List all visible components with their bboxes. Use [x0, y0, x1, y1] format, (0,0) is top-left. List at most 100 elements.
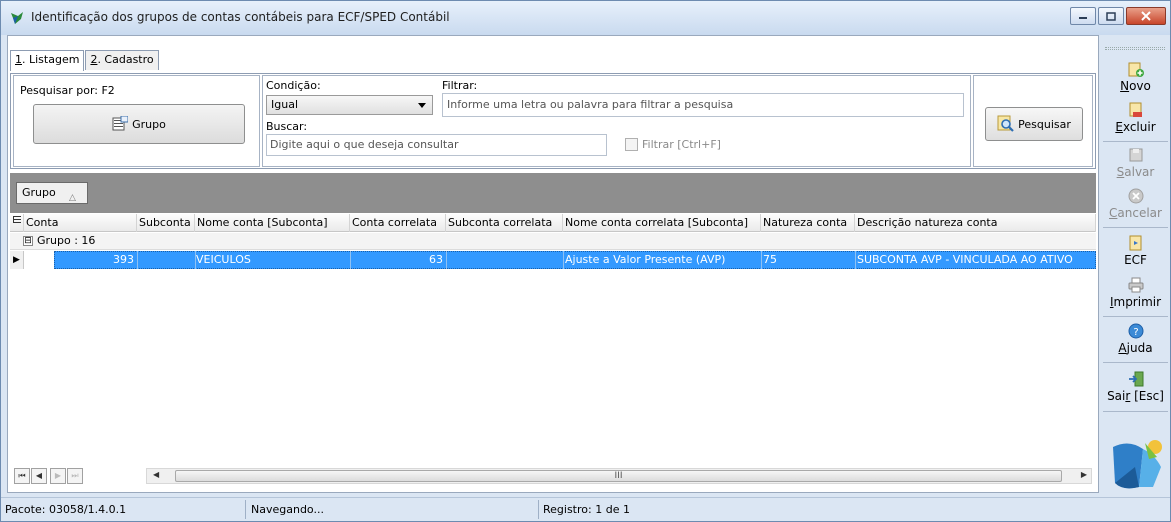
grid-header: Conta Subconta Nome conta [Subconta] Con…: [10, 214, 1096, 232]
export-document-icon: [1129, 235, 1141, 251]
printer-icon: [1128, 277, 1143, 293]
delete-button-label: Excluir: [1115, 120, 1156, 134]
column-header-subconta[interactable]: Subconta: [137, 214, 195, 232]
column-header-conta[interactable]: Conta: [24, 214, 137, 232]
search-button-box: Pesquisar: [973, 75, 1093, 167]
svg-text:?: ?: [1133, 327, 1138, 338]
group-search-button[interactable]: Grupo: [33, 104, 245, 144]
cell-divider: [446, 251, 447, 269]
search-label: Buscar:: [266, 120, 308, 133]
cell-conta[interactable]: 393: [54, 251, 137, 269]
content-panel: 1. Listagem 2. Cadastro Pesquisar por: F…: [7, 35, 1099, 493]
filter-checkbox[interactable]: [625, 138, 638, 151]
filter-label: Filtrar:: [442, 79, 478, 92]
maximize-button[interactable]: [1098, 7, 1124, 25]
cell-divider: [855, 251, 856, 269]
tab-listagem[interactable]: 1. Listagem: [10, 50, 85, 71]
new-document-icon: [1128, 62, 1144, 77]
minimize-icon: [1079, 17, 1087, 19]
ecf-button-label: ECF: [1124, 253, 1147, 267]
column-header-conta-correlata[interactable]: Conta correlata: [350, 214, 446, 232]
filter-input[interactable]: Informe uma letra ou palavra para filtra…: [442, 93, 964, 117]
search-by-label: Pesquisar por: F2: [20, 84, 115, 97]
condition-select[interactable]: Igual: [266, 95, 433, 115]
main-window: Identificação dos grupos de contas contá…: [0, 0, 1171, 522]
search-input[interactable]: Digite aqui o que deseja consultar: [266, 134, 607, 156]
close-icon: [1141, 11, 1151, 21]
ecf-button[interactable]: ECF: [1101, 234, 1170, 267]
help-icon: ?: [1128, 323, 1143, 339]
action-toolbar: Novo Excluir Salvar Cancelar ECF Imprimi…: [1101, 35, 1170, 493]
tab-cadastro[interactable]: 2. Cadastro: [85, 50, 159, 70]
status-state: Navegando...: [251, 503, 324, 516]
cell-divider: [761, 251, 762, 269]
cell-descricao-natureza[interactable]: SUBCONTA AVP - VINCULADA AO ATIVO: [857, 251, 1096, 269]
column-header-natureza[interactable]: Natureza conta: [761, 214, 855, 232]
status-record: Registro: 1 de 1: [543, 503, 630, 516]
column-header-descricao-natureza[interactable]: Descrição natureza conta: [855, 214, 1096, 232]
cancel-icon: [1128, 188, 1143, 204]
cell-natureza[interactable]: 75: [763, 251, 855, 269]
group-search-label: Grupo: [132, 117, 166, 131]
cell-nome-conta-correlata[interactable]: Ajuste a Valor Presente (AVP): [565, 251, 761, 269]
horizontal-scrollbar[interactable]: ◀ III ▶: [146, 468, 1092, 484]
cell-subconta-correlata[interactable]: [447, 251, 563, 269]
exit-button[interactable]: Sair [Esc]: [1101, 370, 1170, 403]
first-record-button[interactable]: ⏮: [14, 468, 30, 484]
delete-button[interactable]: Excluir: [1101, 101, 1170, 134]
new-button-label: Novo: [1120, 79, 1151, 93]
maximize-icon: [1106, 11, 1116, 21]
cell-subconta[interactable]: [137, 251, 195, 269]
table-row[interactable]: ▶ 393 VEICULOS 63 Ajuste a Valor Present…: [10, 251, 1096, 269]
data-grid: Conta Subconta Nome conta [Subconta] Con…: [10, 214, 1096, 462]
scroll-right-icon[interactable]: ▶: [1081, 470, 1087, 479]
column-chooser-icon[interactable]: [10, 214, 24, 232]
print-button-label: Imprimir: [1109, 295, 1162, 309]
toolbar-grip: [1105, 47, 1165, 50]
column-header-nome-conta[interactable]: Nome conta [Subconta]: [195, 214, 350, 232]
title-bar[interactable]: Identificação dos grupos de contas contá…: [1, 1, 1170, 35]
exit-button-label: Sair [Esc]: [1107, 389, 1164, 403]
close-button[interactable]: [1126, 7, 1166, 25]
cancel-button[interactable]: Cancelar: [1101, 187, 1170, 220]
group-by-chip[interactable]: Grupo △: [16, 182, 88, 204]
current-row-indicator-icon: ▶: [10, 251, 24, 269]
status-divider: [245, 500, 246, 519]
magnifier-icon: [997, 115, 1014, 132]
group-row[interactable]: ⊟ Grupo : 16: [10, 233, 1096, 250]
collapse-group-icon[interactable]: ⊟: [23, 236, 33, 246]
new-button[interactable]: Novo: [1101, 60, 1170, 93]
column-header-subconta-correlata[interactable]: Subconta correlata: [446, 214, 563, 232]
window-title: Identificação dos grupos de contas contá…: [31, 10, 450, 24]
delete-document-icon: [1129, 102, 1142, 117]
search-button[interactable]: Pesquisar: [985, 107, 1083, 141]
dropdown-arrow-icon: [418, 103, 426, 108]
group-row-label: Grupo : 16: [37, 234, 96, 247]
prev-record-button[interactable]: ◀: [31, 468, 47, 484]
scroll-thumb[interactable]: III: [175, 470, 1062, 482]
cell-divider: [195, 251, 196, 269]
toolbar-separator: [1103, 141, 1168, 142]
toolbar-separator: [1103, 316, 1168, 317]
toolbar-separator: [1103, 227, 1168, 228]
last-record-button[interactable]: ⏭: [67, 468, 83, 484]
cell-divider: [563, 251, 564, 269]
cell-divider: [350, 251, 351, 269]
app-bird-icon: [11, 12, 23, 24]
condition-value: Igual: [271, 98, 298, 111]
print-button[interactable]: Imprimir: [1101, 276, 1170, 309]
toolbar-separator: [1103, 362, 1168, 363]
filter-checkbox-group[interactable]: Filtrar [Ctrl+F]: [625, 138, 721, 151]
cell-conta-correlata[interactable]: 63: [350, 251, 446, 269]
toolbar-separator: [1103, 411, 1168, 412]
status-package: Pacote: 03058/1.4.0.1: [5, 503, 127, 516]
save-button[interactable]: Salvar: [1101, 146, 1170, 179]
cell-nome-conta[interactable]: VEICULOS: [196, 251, 350, 269]
minimize-button[interactable]: [1070, 7, 1096, 25]
scroll-left-icon[interactable]: ◀: [153, 470, 159, 479]
column-header-nome-conta-correlata[interactable]: Nome conta correlata [Subconta]: [563, 214, 761, 232]
next-record-button[interactable]: ▶: [50, 468, 66, 484]
cancel-button-label: Cancelar: [1109, 206, 1162, 220]
condition-label: Condição:: [266, 79, 321, 92]
help-button[interactable]: ? Ajuda: [1101, 322, 1170, 355]
